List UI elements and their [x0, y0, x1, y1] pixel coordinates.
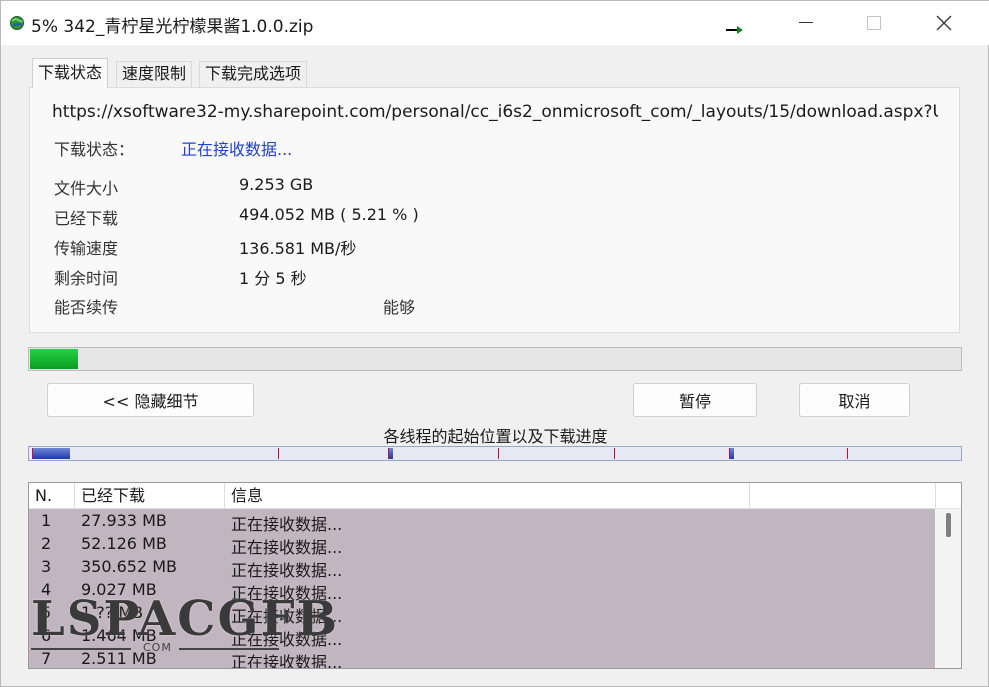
hide-details-button[interactable]: << 隐藏细节: [47, 383, 254, 417]
download-window: 5% 342_青柠星光柠檬果酱1.0.0.zip 下载状态 速度限制 下载完成选…: [0, 0, 989, 687]
maximize-button[interactable]: [839, 1, 909, 45]
table-row[interactable]: 3 350.652 MB 正在接收数据...: [29, 556, 935, 580]
watermark: LSPACGFB COM: [31, 591, 337, 661]
watermark-line: [31, 648, 131, 650]
thread-number: 1: [41, 511, 52, 530]
thread-progress: [730, 448, 734, 459]
resume-support-value: 能够: [383, 298, 416, 317]
thread-number: 3: [41, 557, 52, 576]
cancel-button[interactable]: 取消: [799, 383, 910, 417]
thread-divider: [498, 448, 499, 459]
watermark-text: LSPACGFB: [31, 591, 340, 647]
status-panel: https://xsoftware32-my.sharepoint.com/pe…: [29, 87, 960, 333]
close-icon: [936, 15, 952, 31]
tab-label: 下载完成选项: [205, 64, 302, 83]
time-remaining-label: 剩余时间: [54, 269, 119, 288]
thread-segments-bar: [28, 446, 962, 461]
scrollbar-thumb[interactable]: [946, 513, 951, 537]
window-title: 5% 342_青柠星光柠檬果酱1.0.0.zip: [31, 17, 314, 37]
resume-support-label: 能否续传: [54, 298, 119, 317]
column-number[interactable]: N.: [29, 483, 75, 509]
minimize-button[interactable]: [771, 1, 841, 45]
file-size-value: 9.253 GB: [239, 175, 314, 194]
tab-speed-limit[interactable]: 速度限制: [116, 61, 193, 87]
table-row[interactable]: 1 27.933 MB 正在接收数据...: [29, 510, 935, 534]
thread-progress: [33, 448, 70, 459]
thread-progress: [389, 448, 393, 459]
column-downloaded[interactable]: 已经下载: [75, 483, 225, 509]
time-remaining-value: 1 分 5 秒: [239, 269, 307, 288]
minimize-icon: [799, 22, 813, 23]
downloaded-value: 494.052 MB ( 5.21 % ): [239, 205, 419, 224]
transfer-speed-label: 传输速度: [54, 239, 119, 258]
close-button[interactable]: [909, 1, 979, 45]
tab-label: 速度限制: [122, 64, 187, 83]
thread-info: 正在接收数据...: [231, 515, 343, 534]
thread-info: 正在接收数据...: [231, 561, 343, 580]
thread-number: 2: [41, 534, 52, 553]
thread-divider: [614, 448, 615, 459]
thread-downloaded: 350.652 MB: [81, 557, 178, 576]
arrow-right-icon: [726, 26, 743, 34]
tab-download-status[interactable]: 下载状态: [32, 58, 109, 88]
watermark-line: [179, 648, 279, 650]
maximize-icon: [867, 16, 881, 30]
file-size-label: 文件大小: [54, 179, 119, 198]
tab-label: 下载状态: [38, 63, 103, 82]
column-info[interactable]: 信息: [225, 483, 750, 509]
pause-button[interactable]: 暂停: [633, 383, 757, 417]
thread-list-header: N. 已经下载 信息: [29, 483, 961, 509]
title-bar[interactable]: 5% 342_青柠星光柠檬果酱1.0.0.zip: [1, 1, 989, 45]
transfer-speed-value: 136.581 MB/秒: [239, 239, 357, 258]
thread-info: 正在接收数据...: [231, 538, 343, 557]
status-label: 下载状态：: [54, 140, 135, 159]
downloaded-label: 已经下载: [54, 209, 119, 228]
threads-caption: 各线程的起始位置以及下载进度: [383, 427, 608, 446]
download-progress-bar: [28, 347, 962, 371]
vertical-scrollbar[interactable]: [935, 509, 961, 668]
globe-download-icon: [10, 16, 24, 30]
watermark-sub: COM: [143, 641, 172, 654]
progress-fill: [30, 349, 78, 369]
status-value: 正在接收数据...: [181, 140, 293, 159]
thread-divider: [278, 448, 279, 459]
column-empty: [750, 483, 936, 509]
thread-downloaded: 27.933 MB: [81, 511, 167, 530]
table-row[interactable]: 2 52.126 MB 正在接收数据...: [29, 533, 935, 557]
download-url: https://xsoftware32-my.sharepoint.com/pe…: [52, 102, 938, 122]
thread-downloaded: 52.126 MB: [81, 534, 167, 553]
thread-divider: [847, 448, 848, 459]
tab-completion-options[interactable]: 下载完成选项: [199, 61, 308, 87]
